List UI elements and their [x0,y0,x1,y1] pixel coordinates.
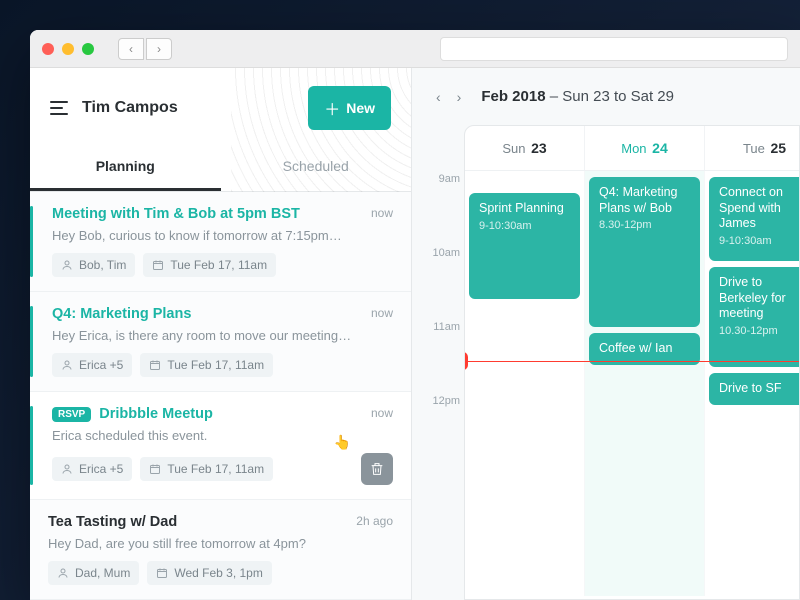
item-title: Meeting with Tim & Bob at 5pm BST [52,206,393,222]
forward-button[interactable]: › [146,38,172,60]
event-title: Drive to SF [719,381,800,397]
calendar-event[interactable]: Sprint Planning 9-10:30am [469,193,580,299]
event-title: Q4: Marketing Plans w/ Bob [599,185,690,216]
list-item[interactable]: now RSVPDribbble Meetup Erica scheduled … [30,392,411,500]
calendar-event[interactable]: Connect on Spend with James 9-10:30am [709,177,800,261]
current-time-badge: 10:37 [464,352,468,370]
day-header[interactable]: Tue 25 [705,126,800,170]
item-subtitle: Hey Dad, are you still free tomorrow at … [48,536,393,551]
item-meta: Erica +5 Tue Feb 17, 11am [52,353,393,377]
new-button[interactable]: ＋ New [308,86,391,130]
day-column[interactable]: Sprint Planning 9-10:30am [465,171,585,596]
day-column[interactable]: Q4: Marketing Plans w/ Bob 8.30-12pm Coffe… [585,171,705,596]
item-meta: Bob, Tim Tue Feb 17, 11am [52,253,393,277]
item-subtitle: Hey Bob, curious to know if tomorrow at … [52,228,393,243]
cursor-icon: 👆 [334,434,351,451]
back-button[interactable]: ‹ [118,38,144,60]
plus-icon: ＋ [324,96,340,120]
day-columns: 10:37 Sprint Planning 9-10:30am Q4: Market… [465,171,799,596]
new-button-label: New [346,100,375,116]
calendar-event[interactable]: Drive to Berkeley for meeting 10.30-12pm [709,267,800,367]
date-chip: Wed Feb 3, 1pm [147,561,272,585]
calendar-pane: ‹ › Feb 2018 – Sun 23 to Sat 29 9am10am1… [412,68,800,600]
event-title: Sprint Planning [479,201,570,217]
item-subtitle: Hey Erica, is there any room to move our… [52,328,393,343]
people-chip: Dad, Mum [48,561,139,585]
prev-week-button[interactable]: ‹ [436,89,441,105]
event-title: Drive to Berkeley for meeting [719,275,800,322]
calendar-range-rest: – Sun 23 to Sat 29 [546,88,674,105]
item-title: Tea Tasting w/ Dad [48,514,393,530]
item-timestamp: now [371,206,393,220]
people-chip: Erica +5 [52,353,132,377]
event-time: 9-10:30am [479,220,570,232]
time-column: 9am10am11am12pm [426,173,460,469]
people-chip: Erica +5 [52,457,132,481]
event-time: 8.30-12pm [599,219,690,231]
day-header[interactable]: Mon 24 [585,126,705,170]
planning-list: now Meeting with Tim & Bob at 5pm BST He… [30,192,411,600]
item-meta: Dad, Mum Wed Feb 3, 1pm [48,561,393,585]
item-title: Dribbble Meetup [99,406,263,422]
time-label: 12pm [426,395,460,469]
event-title: Coffee w/ Ian [599,341,690,357]
event-time: 10.30-12pm [719,325,800,337]
calendar-event[interactable]: Q4: Marketing Plans w/ Bob 8.30-12pm [589,177,700,327]
day-header[interactable]: Sun 23 [465,126,585,170]
date-chip: Tue Feb 17, 11am [140,353,273,377]
time-label: 10am [426,247,460,321]
calendar-month: Feb 2018 [481,88,545,105]
current-time-line: 10:37 [465,361,799,362]
menu-icon[interactable] [50,101,68,115]
day-column[interactable]: Connect on Spend with James 9-10:30am Driv… [705,171,800,596]
traffic-lights [42,43,94,55]
app-window: ‹ › Tim Campos ＋ New Planning Scheduled [30,30,800,600]
time-label: 9am [426,173,460,247]
calendar-grid: Sun 23Mon 24Tue 25 10:37 Sprint Planning… [464,125,800,600]
item-title: Q4: Marketing Plans [52,306,393,322]
day-headers: Sun 23Mon 24Tue 25 [465,126,799,171]
next-week-button[interactable]: › [457,89,462,105]
calendar-event[interactable]: Drive to SF [709,373,800,405]
list-item[interactable]: now Q4: Marketing Plans Hey Erica, is th… [30,292,411,392]
browser-nav-buttons: ‹ › [118,38,172,60]
date-chip: Tue Feb 17, 11am [143,253,276,277]
url-bar[interactable] [440,37,788,61]
item-meta: Erica +5 Tue Feb 17, 11am [52,453,393,485]
item-timestamp: 2h ago [356,514,393,528]
list-item[interactable]: 2h ago Tea Tasting w/ Dad Hey Dad, are y… [30,500,411,600]
sidebar: Tim Campos ＋ New Planning Scheduled now … [30,68,412,600]
app-content: Tim Campos ＋ New Planning Scheduled now … [30,68,800,600]
calendar-nav: ‹ › [436,89,461,105]
list-item[interactable]: now Meeting with Tim & Bob at 5pm BST He… [30,192,411,292]
calendar-header: ‹ › Feb 2018 – Sun 23 to Sat 29 [412,68,800,125]
delete-button[interactable] [361,453,393,485]
item-timestamp: now [371,306,393,320]
close-window-icon[interactable] [42,43,54,55]
rsvp-badge: RSVP [52,407,91,422]
time-label: 11am [426,321,460,395]
people-chip: Bob, Tim [52,253,135,277]
minimize-window-icon[interactable] [62,43,74,55]
sidebar-header: Tim Campos ＋ New [30,68,411,144]
event-title: Connect on Spend with James [719,185,800,232]
calendar-body: 9am10am11am12pm Sun 23Mon 24Tue 25 10:37… [412,125,800,600]
tab-planning[interactable]: Planning [30,144,221,191]
zoom-window-icon[interactable] [82,43,94,55]
calendar-event[interactable]: Coffee w/ Ian [589,333,700,365]
date-chip: Tue Feb 17, 11am [140,457,273,481]
user-name: Tim Campos [82,99,178,117]
browser-chrome: ‹ › [30,30,800,68]
event-time: 9-10:30am [719,235,800,247]
calendar-range: Feb 2018 – Sun 23 to Sat 29 [481,88,674,105]
item-timestamp: now [371,406,393,420]
